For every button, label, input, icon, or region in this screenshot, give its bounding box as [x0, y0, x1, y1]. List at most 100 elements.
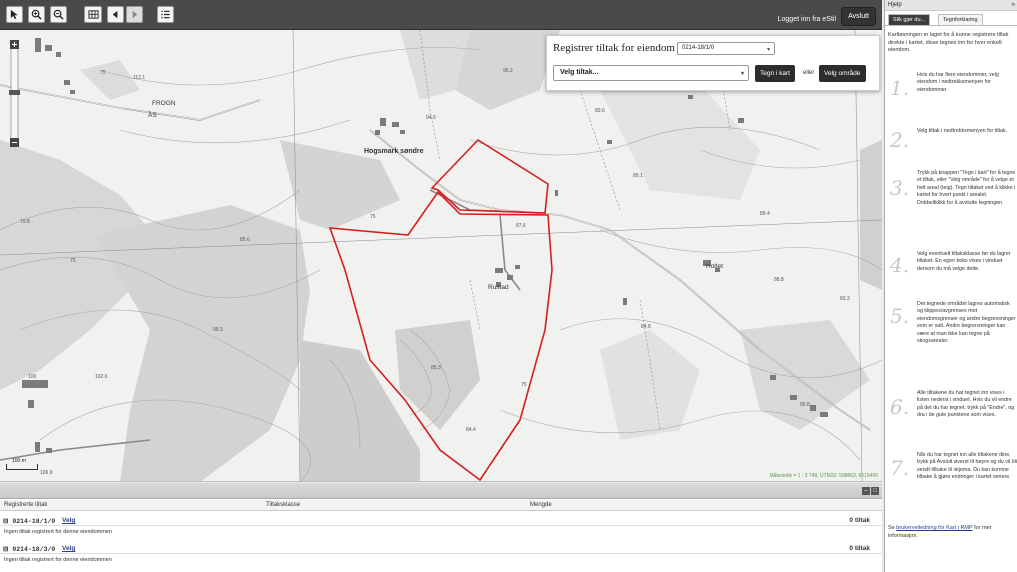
- property-id: ⊟ 0214-18/3/0: [3, 546, 56, 553]
- arrow-right-icon: [132, 10, 138, 19]
- legend-list-button[interactable]: [157, 6, 174, 23]
- panel-title: Registrer tiltak for eiendom: [553, 42, 675, 54]
- map-layers-button[interactable]: [84, 6, 102, 23]
- help-intro: Kartløsningen er laget for å kunne regis…: [888, 32, 1009, 53]
- step-text: Når du har tegnet inn alle tiltakene din…: [917, 452, 1017, 481]
- map-scale-coordinates: Målestokk = 1 : 3 748, UTM32: 598863, 66…: [769, 473, 878, 479]
- elevation-label: 90.8: [800, 402, 810, 408]
- zoom-in-icon: [31, 9, 42, 20]
- table-header: Registrerte tiltak Tiltaksklasse Mengde: [0, 500, 882, 511]
- property-id-text: 0214-18/3/0: [12, 546, 56, 553]
- property-id: ⊟ 0214-18/1/0: [3, 518, 56, 525]
- step-number: 7.: [890, 456, 910, 480]
- map-toolbar: Logget inn fra eStil Avslutt: [0, 0, 882, 30]
- help-title: Hjelp: [888, 2, 902, 8]
- draw-in-map-button[interactable]: Tegn i kart: [755, 65, 795, 82]
- empty-info-row: Ingen tiltak registrert for denne eiendo…: [0, 527, 882, 537]
- tabs-divider: [885, 25, 1017, 26]
- select-tool-button[interactable]: [6, 6, 23, 23]
- column-header: Mengde: [530, 502, 552, 508]
- step-text: Trykk på knappen "Tegn i kart" for å teg…: [917, 170, 1016, 206]
- chevron-down-icon: ▾: [740, 71, 744, 77]
- step-text: Velg tiltak i nedtrekksmenyen for tiltak…: [917, 128, 1008, 134]
- elevation-label: 75: [100, 70, 106, 76]
- elevation-label: 83.2: [840, 296, 850, 302]
- chevron-down-icon: ▾: [766, 47, 770, 53]
- help-header: Hjelp »: [885, 0, 1017, 11]
- elevation-label: 87.6: [516, 223, 526, 229]
- exit-button[interactable]: Avslutt: [841, 7, 876, 26]
- zoom-out-button[interactable]: [50, 6, 67, 23]
- login-status: Logget inn fra eStil: [777, 16, 836, 23]
- elevation-label: 106.9: [40, 470, 53, 476]
- property-group-row[interactable]: ⊟ 0214-18/1/0 Velg 0 tiltak: [0, 514, 882, 526]
- property-id-text: 0214-18/1/0: [12, 518, 56, 525]
- tab-how-to[interactable]: Slik gjør du...: [888, 14, 931, 25]
- select-area-button[interactable]: Velg område: [819, 65, 866, 82]
- scalebar: [6, 464, 38, 470]
- empty-info-row: Ingen tiltak registrert for denne eiendo…: [0, 555, 882, 565]
- next-extent-button[interactable]: [126, 6, 143, 23]
- column-header: Tiltaksklasse: [266, 502, 301, 508]
- step-number: 1.: [890, 76, 910, 100]
- place-label: ÅS: [148, 112, 157, 119]
- elevation-label: 112.1: [133, 75, 146, 81]
- select-property-link[interactable]: Velg: [62, 517, 75, 524]
- zoom-slider-graphic: [9, 40, 20, 147]
- previous-extent-button[interactable]: [107, 6, 124, 23]
- elevation-label: 85.6: [240, 237, 250, 243]
- step-text: Hvis du har flere eiendommer, velg eiend…: [917, 72, 999, 93]
- maximize-icon[interactable]: □: [871, 487, 879, 495]
- elevation-label: 75: [521, 382, 527, 388]
- collapse-icon[interactable]: »: [1012, 2, 1015, 8]
- property-group-row[interactable]: ⊟ 0214-18/3/0 Velg 0 tiltak: [0, 542, 882, 554]
- elevation-label: 89.1: [633, 173, 643, 179]
- cursor-icon: [10, 9, 18, 20]
- measure-select-placeholder: Velg tiltak...: [560, 69, 599, 76]
- place-label: Hogsmark søndre: [364, 148, 424, 155]
- property-select[interactable]: 0214-18/1/0 ▾: [677, 42, 775, 55]
- user-guide-link[interactable]: brukerveiledning for Kart i RMP: [896, 525, 972, 531]
- elevation-label: 88.8: [774, 277, 784, 283]
- elevation-label: 99.3: [213, 327, 223, 333]
- step-text: Det tegnede området lagres automatisk og…: [917, 301, 1016, 345]
- step-number: 2.: [890, 128, 910, 152]
- elevation-label: 89.6: [595, 108, 605, 114]
- measure-count: 0 tiltak: [849, 545, 870, 552]
- property-select-value: 0214-18/1/0: [682, 45, 715, 51]
- elevation-label: 100: [28, 374, 37, 380]
- panel-handle-bar[interactable]: – □: [0, 483, 882, 499]
- register-measure-panel: Registrer tiltak for eiendom 0214-18/1/0…: [546, 35, 880, 91]
- place-label: FROGN: [152, 100, 176, 107]
- measure-count: 0 tiltak: [849, 517, 870, 524]
- step-number: 5.: [890, 304, 910, 328]
- step-text: Alle tiltakene du har tegnet inn vises i…: [917, 390, 1015, 419]
- column-header: Registrerte tiltak: [4, 502, 48, 508]
- select-property-link[interactable]: Velg: [62, 545, 75, 552]
- grid-map-icon: [87, 10, 99, 19]
- step-text: Velg eventuelt tiltaksklasse før du lagr…: [917, 251, 1011, 272]
- map-canvas[interactable]: Hogsmark søndre Rustad Holtet ÅS FROGN 1…: [0, 30, 882, 482]
- map-terrain: [0, 30, 882, 481]
- arrow-left-icon: [112, 10, 118, 19]
- zoom-out-icon: [53, 9, 64, 20]
- step-number: 3.: [890, 176, 910, 200]
- help-panel: Hjelp » Slik gjør du... Tegnforklaring K…: [884, 0, 1017, 572]
- list-icon: [161, 10, 170, 19]
- place-label: Holtet: [706, 263, 723, 270]
- measure-select[interactable]: Velg tiltak... ▾: [553, 65, 749, 81]
- elevation-label: 85.3: [431, 365, 441, 371]
- elevation-label: 79.8: [20, 219, 30, 225]
- elevation-label: 102.6: [95, 374, 108, 380]
- zoom-in-button[interactable]: [28, 6, 45, 23]
- elevation-label: 84.4: [466, 427, 476, 433]
- empty-info-text: Ingen tiltak registrert for denne eiendo…: [4, 529, 112, 535]
- or-label: eller: [803, 70, 815, 76]
- elevation-label: 94.6: [426, 115, 436, 121]
- minimize-icon[interactable]: –: [862, 487, 870, 495]
- elevation-label: 95.2: [503, 68, 513, 74]
- help-footer: Se brukerveiledning for Kart i RMP for m…: [888, 525, 1016, 540]
- step-number: 6.: [890, 395, 910, 419]
- tab-legend[interactable]: Tegnforklaring: [938, 14, 983, 25]
- footer-text: Se: [888, 525, 895, 531]
